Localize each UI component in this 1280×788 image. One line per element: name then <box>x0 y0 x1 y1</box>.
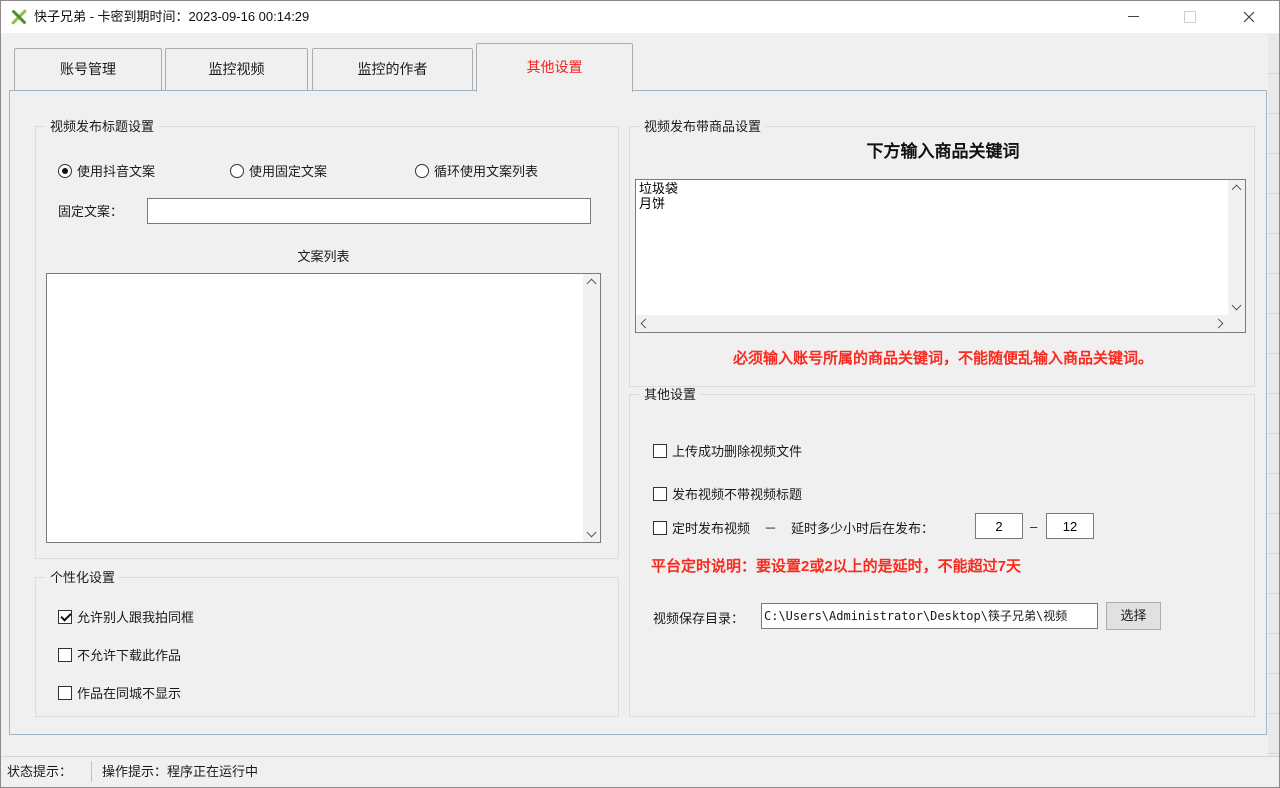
fixed-copy-label: 固定文案： <box>58 201 123 220</box>
group-label: 视频发布标题设置 <box>46 119 158 134</box>
radio-label: 循环使用文案列表 <box>434 161 538 180</box>
scrollbar-corner <box>1228 315 1245 332</box>
keywords-textarea[interactable]: 垃圾袋 月饼 <box>636 180 1234 317</box>
operation-hint: 操作提示：程序正在运行中 <box>102 757 258 786</box>
range-dash: – <box>1030 519 1037 534</box>
checkbox-label: 允许别人跟我拍同框 <box>77 607 194 626</box>
status-bar: 状态提示： 操作提示：程序正在运行中 <box>1 756 1279 787</box>
copy-list-label: 文案列表 <box>46 246 601 265</box>
app-window: 快子兄弟 - 卡密到期时间：2023-09-16 00:14:29 账号管理 监… <box>0 0 1280 788</box>
maximize-icon <box>1184 11 1196 23</box>
radio-label: 使用抖音文案 <box>77 161 155 180</box>
window-title: 快子兄弟 - 卡密到期时间：2023-09-16 00:14:29 <box>34 1 309 33</box>
keywords-textarea-frame: 垃圾袋 月饼 <box>635 179 1246 333</box>
scroll-up-icon[interactable] <box>587 279 597 289</box>
checkbox-allow-duet[interactable]: 允许别人跟我拍同框 <box>58 607 194 626</box>
radio-use-fixed-copy[interactable]: 使用固定文案 <box>230 161 327 180</box>
choose-folder-button[interactable]: 选择 <box>1106 602 1161 630</box>
close-icon <box>1243 11 1255 23</box>
checkbox-disallow-download[interactable]: 不允许下载此作品 <box>58 645 181 664</box>
scroll-down-icon[interactable] <box>1232 301 1242 311</box>
radio-cycle-copy-list[interactable]: 循环使用文案列表 <box>415 161 538 180</box>
separator-text: － <box>764 518 777 537</box>
keywords-hint: 下方输入商品关键词 <box>630 137 1256 162</box>
copy-list-textarea-frame <box>46 273 601 543</box>
radio-use-douyin-copy[interactable]: 使用抖音文案 <box>58 161 155 180</box>
radio-dot[interactable] <box>58 164 72 178</box>
delay-hours-label: 延时多少小时后在发布： <box>791 518 934 537</box>
radio-dot[interactable] <box>415 164 429 178</box>
close-button[interactable] <box>1226 1 1271 32</box>
delay-from-input[interactable] <box>975 513 1023 539</box>
status-label: 状态提示： <box>7 757 72 786</box>
maximize-button[interactable] <box>1167 1 1212 32</box>
checkbox-label: 作品在同城不显示 <box>77 683 181 702</box>
checkbox-box[interactable] <box>653 444 667 458</box>
keywords-warning: 必须输入账号所属的商品关键词，不能随便乱输入商品关键词。 <box>630 347 1256 368</box>
checkbox-box[interactable] <box>58 610 72 624</box>
tab-monitored-authors[interactable]: 监控的作者 <box>312 48 473 90</box>
tab-other-settings[interactable]: 其他设置 <box>476 43 633 92</box>
scroll-right-icon[interactable] <box>1214 319 1224 329</box>
group-label: 其他设置 <box>640 387 700 402</box>
group-label: 个性化设置 <box>46 570 119 585</box>
checkbox-label: 发布视频不带视频标题 <box>672 484 802 503</box>
radio-label: 使用固定文案 <box>249 161 327 180</box>
checkbox-delete-after-upload[interactable]: 上传成功删除视频文件 <box>653 441 802 460</box>
delay-to-input[interactable] <box>1046 513 1094 539</box>
tab-account-management[interactable]: 账号管理 <box>14 48 162 90</box>
tab-monitor-videos[interactable]: 监控视频 <box>165 48 308 90</box>
scroll-up-icon[interactable] <box>1232 185 1242 195</box>
group-label: 视频发布带商品设置 <box>640 119 765 134</box>
timing-note: 平台定时说明：要设置2或2以上的是延时，不能超过7天 <box>651 555 1021 576</box>
checkbox-box[interactable] <box>58 686 72 700</box>
checkbox-label: 不允许下载此作品 <box>77 645 181 664</box>
checkbox-box[interactable] <box>653 521 667 535</box>
checkbox-label: 定时发布视频 <box>672 518 750 537</box>
group-product-settings: 视频发布带商品设置 下方输入商品关键词 垃圾袋 月饼 必须输入账号所属的商品关键… <box>629 126 1255 387</box>
background-artifact <box>1268 34 1280 759</box>
app-icon <box>10 8 28 26</box>
vertical-scrollbar[interactable] <box>583 274 600 542</box>
minimize-button[interactable] <box>1111 1 1156 32</box>
scroll-left-icon[interactable] <box>641 319 651 329</box>
group-video-title-settings: 视频发布标题设置 使用抖音文案 使用固定文案 循环使用文案列表 固定文案： 文案… <box>35 126 619 559</box>
status-separator <box>91 761 92 782</box>
fixed-copy-input[interactable] <box>147 198 591 224</box>
checkbox-box[interactable] <box>58 648 72 662</box>
checkbox-box[interactable] <box>653 487 667 501</box>
vertical-scrollbar[interactable] <box>1228 180 1245 315</box>
horizontal-scrollbar[interactable] <box>636 315 1228 332</box>
title-bar: 快子兄弟 - 卡密到期时间：2023-09-16 00:14:29 <box>1 1 1279 33</box>
copy-list-textarea[interactable] <box>47 274 589 544</box>
group-personalization: 个性化设置 允许别人跟我拍同框 不允许下载此作品 作品在同城不显示 <box>35 577 619 717</box>
radio-dot[interactable] <box>230 164 244 178</box>
checkbox-publish-without-title[interactable]: 发布视频不带视频标题 <box>653 484 802 503</box>
save-dir-label: 视频保存目录： <box>653 608 744 627</box>
group-other-settings: 其他设置 上传成功删除视频文件 发布视频不带视频标题 定时发布视频 － 延时多少… <box>629 394 1255 717</box>
checkbox-hide-in-city[interactable]: 作品在同城不显示 <box>58 683 181 702</box>
checkbox-label: 上传成功删除视频文件 <box>672 441 802 460</box>
save-dir-input[interactable]: C:\Users\Administrator\Desktop\筷子兄弟\视频 <box>761 603 1098 629</box>
tab-page-other-settings: 视频发布标题设置 使用抖音文案 使用固定文案 循环使用文案列表 固定文案： 文案… <box>9 90 1267 735</box>
minimize-icon <box>1128 16 1139 17</box>
checkbox-scheduled-publish[interactable]: 定时发布视频 － 延时多少小时后在发布： <box>653 518 934 537</box>
scroll-down-icon[interactable] <box>587 528 597 538</box>
